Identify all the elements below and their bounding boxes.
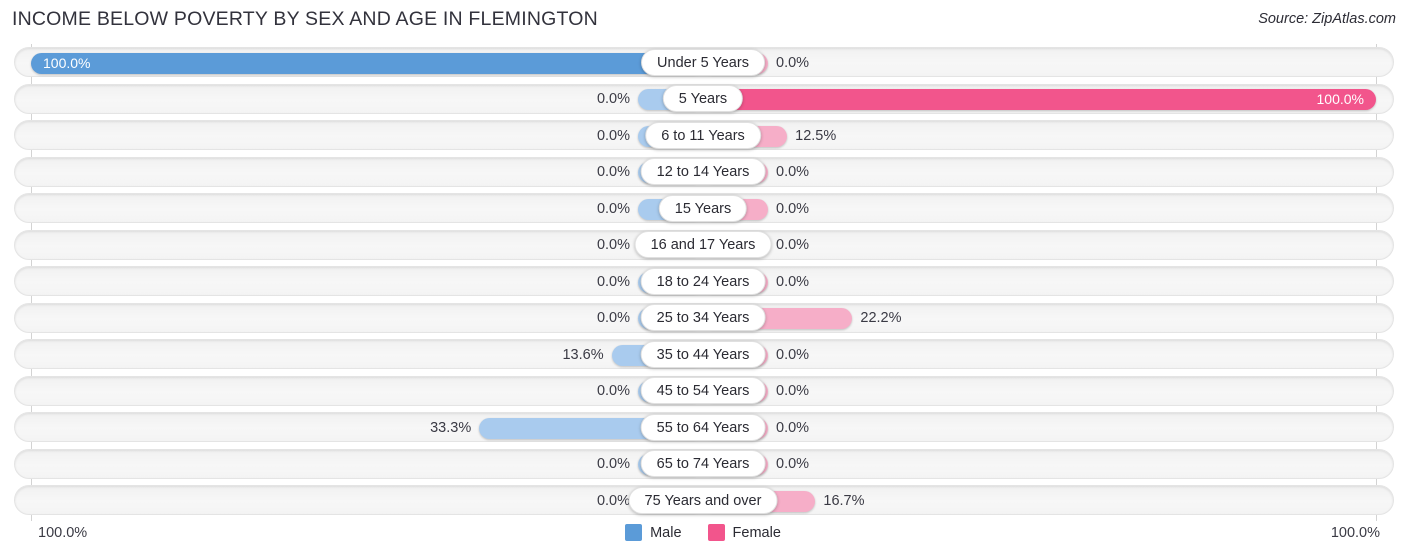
value-label-male: 0.0% [596,164,630,180]
value-label-female: 100.0% [1316,91,1364,107]
legend-label-male: Male [650,524,682,541]
chart-row: 0.0% 0.0% 18 to 24 Years [0,263,1406,300]
category-label: 55 to 64 Years [640,413,766,441]
chart-row: 0.0% 100.0% 5 Years [0,81,1406,118]
legend-swatch-male-icon [625,524,643,541]
legend-item-male[interactable]: Male [625,524,682,541]
value-label-female: 0.0% [776,456,810,472]
value-label-female: 0.0% [776,237,810,253]
value-label-male: 0.0% [596,200,630,217]
category-label: 18 to 24 Years [640,267,766,295]
chart-row: 0.0% 0.0% 16 and 17 Years [0,227,1406,264]
chart-plot-area: 100.0% 0.0% Under 5 Years 0.0% 100.0% 5 Years… [0,44,1406,521]
source-attribution: Source: ZipAtlas.com [1258,11,1396,27]
category-label: 45 to 54 Years [640,377,766,404]
chart-footer: 100.0% 100.0% Male Female [0,521,1406,558]
chart-header: INCOME BELOW POVERTY BY SEX AND AGE IN F… [0,0,1406,42]
value-label-female: 0.0% [776,419,810,436]
legend-item-female[interactable]: Female [707,524,781,541]
chart-row: 0.0% 12.5% 6 to 11 Years [0,117,1406,154]
value-label-female: 0.0% [776,273,810,290]
value-label-male: 0.0% [596,383,630,399]
value-label-female: 0.0% [776,346,810,363]
legend-label-female: Female [732,524,781,541]
value-label-male: 0.0% [596,492,630,509]
category-label: 16 and 17 Years [634,231,772,258]
category-label: Under 5 Years [641,48,765,76]
legend-swatch-female-icon [707,524,725,541]
chart-row: 13.6% 0.0% 35 to 44 Years [0,336,1406,373]
chart-row: 100.0% 0.0% Under 5 Years [0,44,1406,81]
chart-rows: 100.0% 0.0% Under 5 Years 0.0% 100.0% 5 Years… [0,44,1406,519]
value-label-female: 0.0% [776,164,810,180]
category-label: 35 to 44 Years [640,340,766,368]
chart-legend: Male Female [0,524,1406,541]
value-label-male: 33.3% [430,419,472,436]
value-label-male: 0.0% [596,127,630,144]
category-label: 6 to 11 Years [645,121,761,149]
value-label-male: 0.0% [596,273,630,290]
page-title: INCOME BELOW POVERTY BY SEX AND AGE IN F… [12,8,598,30]
category-label: 5 Years [662,85,744,112]
value-label-male: 0.0% [596,310,630,326]
chart-row: 0.0% 0.0% 12 to 14 Years [0,154,1406,191]
chart-row: 0.0% 16.7% 75 Years and over [0,482,1406,519]
category-label: 15 Years [658,194,748,222]
chart-row: 0.0% 0.0% 15 Years [0,190,1406,227]
category-label: 75 Years and over [628,486,778,514]
value-label-female: 12.5% [795,127,837,144]
value-label-female: 16.7% [823,492,865,509]
value-label-male: 13.6% [562,346,604,363]
bar-female [703,89,1376,110]
value-label-male: 0.0% [596,456,630,472]
category-label: 25 to 34 Years [640,304,766,331]
chart-row: 0.0% 22.2% 25 to 34 Years [0,300,1406,337]
value-label-male: 0.0% [596,91,630,107]
category-label: 65 to 74 Years [640,450,766,477]
value-label-female: 0.0% [776,54,810,71]
value-label-male: 0.0% [596,237,630,253]
bar-male [31,52,703,74]
value-label-female: 0.0% [776,383,810,399]
value-label-male: 100.0% [43,54,91,71]
chart-row: 33.3% 0.0% 55 to 64 Years [0,409,1406,446]
chart-row: 0.0% 0.0% 65 to 74 Years [0,446,1406,483]
category-label: 12 to 14 Years [640,158,766,185]
value-label-female: 22.2% [860,310,902,326]
value-label-female: 0.0% [776,200,810,217]
chart-row: 0.0% 0.0% 45 to 54 Years [0,373,1406,410]
